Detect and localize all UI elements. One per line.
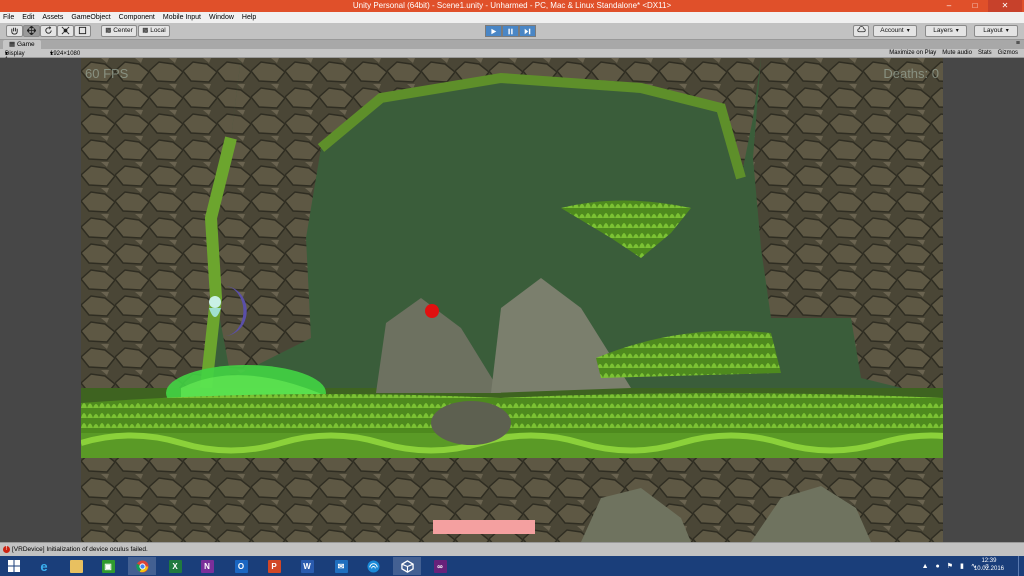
clock-date: 10.02.2016 [973,566,1004,572]
panel-menu-icon[interactable]: ≡ [1016,40,1020,47]
pause-button[interactable] [502,25,519,37]
menu-gameobject[interactable]: GameObject [71,14,110,21]
step-button[interactable] [519,25,536,37]
unity-icon[interactable] [393,557,421,575]
error-icon: ! [3,545,10,553]
close-button[interactable]: ✕ [988,0,1022,12]
pink-bar [433,520,535,534]
stats-toggle[interactable]: Stats [978,49,992,58]
outlook-icon[interactable]: O [227,557,255,575]
tray-up-arrow-icon[interactable]: ▲ [922,563,929,570]
tray-flag-icon[interactable]: ⚑ [947,562,953,570]
hand-tool-button[interactable] [6,25,23,37]
game-render[interactable]: 60 FPS Deaths: 0 [81,58,943,542]
menu-help[interactable]: Help [242,14,256,21]
account-dropdown[interactable]: Account [873,25,917,37]
fps-counter: 60 FPS [85,66,129,81]
onenote-icon[interactable]: N [193,557,221,575]
resolution-label: 1924×1080 [50,51,81,57]
menu-component[interactable]: Component [119,14,155,21]
play-icon [491,28,497,34]
chrome-icon[interactable] [128,557,156,575]
deaths-counter: Deaths: 0 [883,66,939,81]
game-tab-bar: ▦ Game ≡ [0,40,1024,49]
maximize-button[interactable]: □ [962,0,988,12]
move-tool-button[interactable] [23,25,40,37]
account-label: Account [880,27,904,34]
gizmos-dropdown[interactable]: Gizmos [998,49,1018,58]
tab-game-label: Game [16,41,35,48]
rotate-icon [45,26,52,34]
menu-edit[interactable]: Edit [22,14,34,21]
cloud-button[interactable] [853,25,869,37]
pivot-local-label: Local [150,27,166,34]
file-explorer-icon[interactable] [62,557,90,575]
store-icon[interactable]: ▣ [94,557,122,575]
title-bar: Unity Personal (64bit) - Scene1.unity - … [0,0,1024,12]
tray-app-icon[interactable]: ● [936,563,940,570]
menu-file[interactable]: File [3,14,14,21]
mute-audio-toggle[interactable]: Mute audio [942,49,972,58]
menu-bar: File Edit Assets GameObject Component Mo… [0,12,1024,23]
pivot-center-label: Center [113,27,133,34]
windows-start-icon[interactable] [0,557,28,575]
player-head [209,296,221,308]
network-icon[interactable] [359,557,387,575]
console-message: [VRDevice] Initialization of device ocul… [12,546,148,553]
play-button[interactable] [485,25,502,37]
system-clock[interactable]: 12:39 10.02.2016 [974,557,1004,573]
menu-assets[interactable]: Assets [42,14,63,21]
layers-label: Layers [933,27,953,34]
main-toolbar: ▩ Center ▩ Local Account Layers Layout [0,23,1024,40]
menu-window[interactable]: Window [209,14,234,21]
tray-battery-icon[interactable]: ▮ [960,562,964,570]
scale-icon [61,26,70,35]
window-title: Unity Personal (64bit) - Scene1.unity - … [352,1,672,10]
windows-taskbar: e ▣ X N O P W ✉ ∞ ▲ ● ⚑ ▮ ∿ ♫ 12:39 10.0… [0,556,1024,576]
powerpoint-icon[interactable]: P [260,557,288,575]
red-dot-target [425,304,439,318]
rect-tool-button[interactable] [74,25,91,37]
resolution-dropdown[interactable]: 1924×1080 ▾ [50,50,80,57]
tab-game[interactable]: ▦ Game [3,40,41,49]
layers-dropdown[interactable]: Layers [925,25,967,37]
menu-mobile-input[interactable]: Mobile Input [163,14,201,21]
internet-explorer-icon[interactable]: e [30,557,58,575]
maximize-on-play-toggle[interactable]: Maximize on Play [889,49,936,58]
layout-label: Layout [983,27,1003,34]
playback-controls [485,25,536,37]
pivot-center-button[interactable]: ▩ Center [101,25,137,37]
rotate-tool-button[interactable] [40,25,57,37]
scale-tool-button[interactable] [57,25,74,37]
minimize-button[interactable]: – [936,0,962,12]
rect-tool-icon [78,26,87,35]
game-scene [81,58,943,542]
excel-icon[interactable]: X [161,557,189,575]
game-tab-icon: ▦ [9,41,17,48]
console-status-bar[interactable]: ! [VRDevice] Initialization of device ocu… [0,542,1024,556]
visual-studio-icon[interactable]: ∞ [426,557,454,575]
display-dropdown[interactable]: Display 1 ▾ [5,50,25,63]
step-icon [524,28,531,34]
pause-icon [508,28,513,34]
pivot-local-button[interactable]: ▩ Local [138,25,170,37]
game-view-toolbar: Display 1 ▾ 1924×1080 ▾ Maximize on Play… [0,49,1024,63]
mail-icon[interactable]: ✉ [327,557,355,575]
word-icon[interactable]: W [293,557,321,575]
layout-dropdown[interactable]: Layout [974,25,1018,37]
clock-time: 12:39 [981,558,997,564]
cloud-icon [856,26,866,33]
local-icon: ▩ [142,27,151,34]
hand-icon [11,27,18,35]
show-desktop-button[interactable] [1018,556,1024,576]
move-icon [26,25,37,36]
